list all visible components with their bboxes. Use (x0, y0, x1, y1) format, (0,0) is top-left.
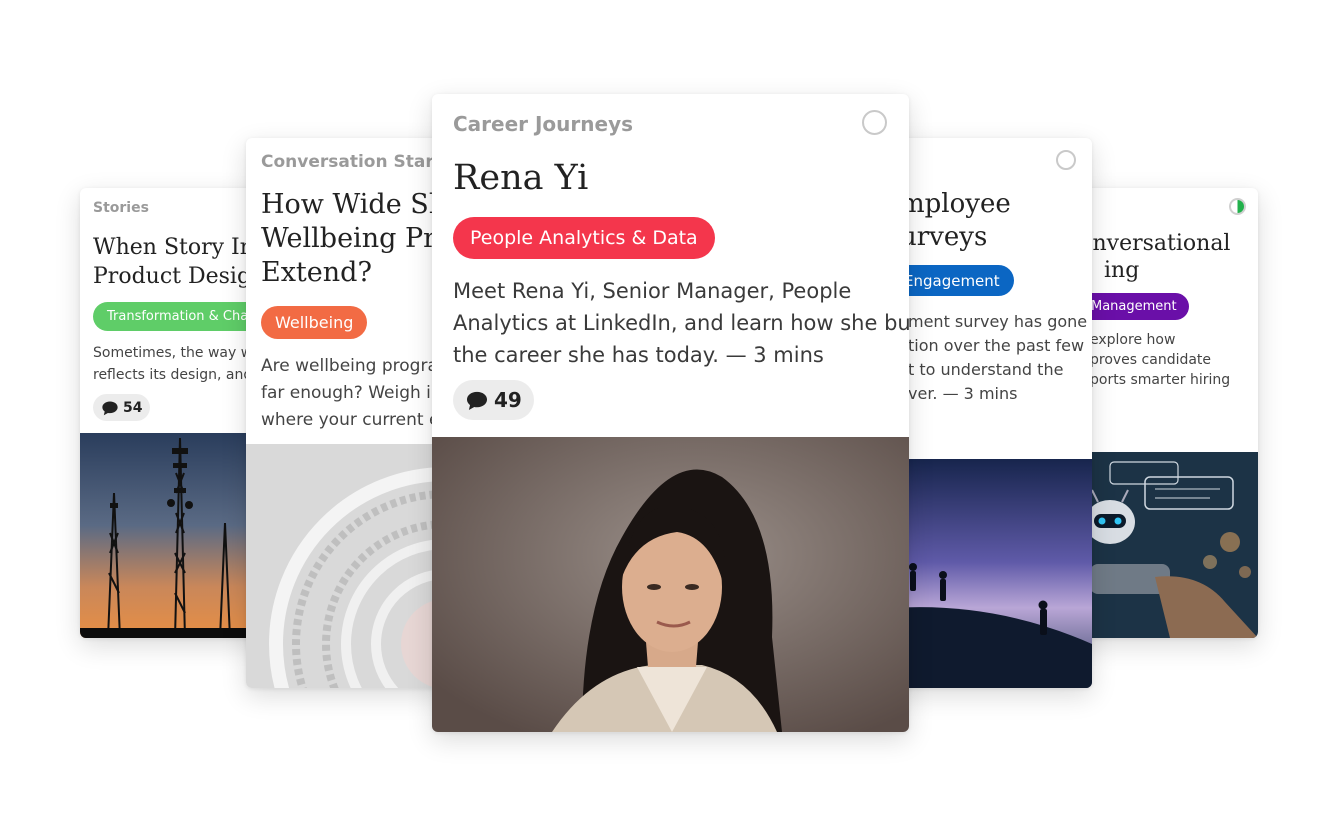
card-description-line: far enough? Weigh in (261, 383, 442, 403)
card-category: Conversation Starter (261, 152, 458, 172)
comment-count-badge[interactable]: 54 (93, 394, 151, 421)
content-card-wellbeing[interactable]: Conversation Starter How Wide Sh Wellbei… (246, 138, 458, 688)
topic-tag[interactable]: Wellbeing (261, 306, 368, 339)
card-title-line: When Story In (93, 235, 254, 260)
card-title[interactable]: mployee urveys (900, 188, 1011, 254)
card-category: Stories (93, 200, 149, 216)
card-title-line: mployee (900, 189, 1011, 219)
comment-count: 49 (494, 388, 522, 412)
card-description: Sometimes, the way we reflects its desig… (93, 342, 262, 386)
content-card-career-journeys[interactable]: Career Journeys Rena Yi People Analytics… (432, 94, 909, 732)
half-progress-icon[interactable] (1229, 198, 1246, 215)
content-card-employee-surveys[interactable]: mployee urveys Engagement ment survey ha… (880, 138, 1092, 688)
comment-count-badge[interactable]: 49 (453, 380, 534, 420)
topic-tag[interactable]: People Analytics & Data (453, 217, 715, 259)
card-description-line: Meet Rena Yi, Senior Manager, People (453, 279, 852, 303)
card-description-line: ver. — 3 mins (908, 384, 1018, 403)
card-description-line: ment survey has gone (908, 312, 1088, 331)
card-description: Meet Rena Yi, Senior Manager, People Ana… (453, 275, 909, 371)
speech-bubble-icon (466, 391, 488, 410)
card-description-line: where your current eff (261, 410, 452, 430)
card-description-line: tion over the past few (908, 336, 1085, 355)
card-title[interactable]: How Wide Sh Wellbeing Pro Extend? (261, 188, 452, 290)
card-description: Are wellbeing program far enough? Weigh … (261, 353, 454, 434)
card-title[interactable]: Rena Yi (453, 156, 588, 200)
card-title-line: Wellbeing Pro (261, 223, 453, 254)
card-image-portrait (432, 437, 909, 732)
radio-circle-icon[interactable] (1056, 150, 1076, 170)
card-title[interactable]: When Story In Product Design (93, 233, 265, 291)
card-description-line: explore how (1090, 332, 1176, 348)
card-description-line: ports smarter hiring (1090, 372, 1231, 388)
card-description-line: Analytics at LinkedIn, and learn how she… (453, 311, 909, 335)
radio-circle-icon[interactable] (862, 110, 887, 135)
card-description: ment survey has gone tion over the past … (908, 310, 1087, 406)
card-description: explore how proves candidate ports smart… (1090, 330, 1230, 390)
card-category: Career Journeys (453, 112, 634, 136)
card-title-line: Rena Yi (453, 158, 589, 198)
card-title-line: Product Design (93, 264, 266, 289)
card-description-line: reflects its design, and t (93, 367, 263, 383)
card-title-line: urveys (900, 222, 988, 252)
card-title-line: Extend? (261, 257, 372, 288)
card-image-hikers (880, 459, 1092, 688)
card-description-line: t to understand the (908, 360, 1064, 379)
speech-bubble-icon (102, 400, 118, 415)
card-description-line: Are wellbeing program (261, 356, 455, 376)
card-image-spiral-staircase (246, 444, 458, 688)
card-description-line: proves candidate (1090, 352, 1212, 368)
card-description-line: the career she has today. — 3 mins (453, 343, 824, 367)
card-title-line: How Wide Sh (261, 189, 447, 220)
comment-count: 54 (123, 399, 143, 416)
card-description-line: Sometimes, the way we (93, 345, 261, 361)
